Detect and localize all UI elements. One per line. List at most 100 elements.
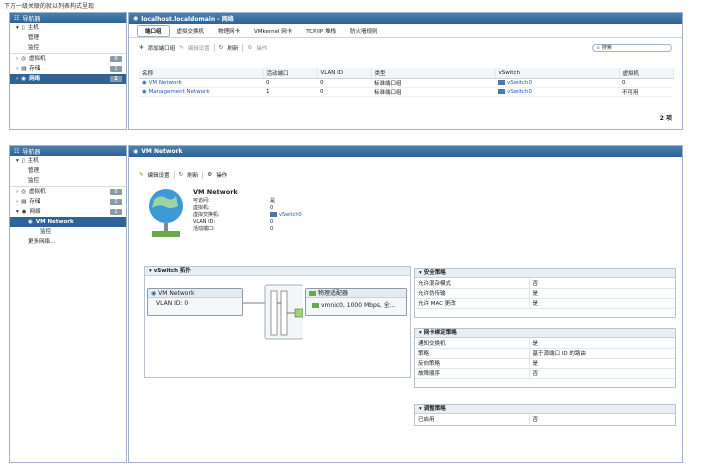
tab-bar: 端口组 虚拟交换机 物理网卡 VMkernel 网卡 TCP/IP 堆栈 防火墙…	[129, 24, 682, 38]
shaping-table: 已启用否	[415, 414, 675, 424]
nav-label: 存储	[29, 66, 41, 72]
tab-vswitches[interactable]: 虚拟交换机	[170, 26, 212, 36]
row-name-link[interactable]: Management Network	[149, 89, 210, 95]
field-label: 虚拟交换机:	[193, 212, 220, 218]
gear-icon: ⚙	[207, 172, 213, 178]
nav-item-storage[interactable]: › ▤ 存储 1	[10, 197, 126, 207]
nav-item-storage[interactable]: › ▤ 存储 1	[10, 64, 126, 74]
col-type[interactable]: 类型	[371, 68, 496, 79]
network-icon: ◉	[28, 219, 33, 225]
refresh-icon: ↻	[178, 172, 184, 178]
refresh-icon: ↻	[218, 45, 224, 51]
uplink-box[interactable]: 物理适配器 vmnic0, 1000 Mbps, 全...	[305, 288, 407, 316]
nav-item-vms[interactable]: › ◎ 虚拟机 0	[10, 54, 126, 64]
gear-icon: ⚙	[247, 45, 253, 51]
nav-item-host[interactable]: ▾ ▯ 主机	[10, 156, 126, 166]
policy-key: 策略	[415, 348, 530, 359]
refresh-button[interactable]: 刷新	[187, 171, 198, 179]
tab-tcpip-stacks[interactable]: TCP/IP 堆栈	[299, 26, 343, 36]
section-header[interactable]: ▾ 安全策略	[415, 269, 675, 278]
nav-label: 主机	[27, 158, 39, 164]
host-icon: ▯	[21, 158, 25, 164]
nav-item-monitor[interactable]: 监控	[10, 43, 126, 53]
nav-label: 网络	[29, 209, 41, 215]
section-header[interactable]: ▾ 调整策略	[415, 405, 675, 414]
navigator-title: 导航器	[22, 148, 41, 156]
tab-physical-nics[interactable]: 物理网卡	[211, 26, 247, 36]
section-header[interactable]: ▾ 网卡绑定策略	[415, 329, 675, 338]
cell: 标准端口组	[371, 78, 495, 88]
vswitch-link[interactable]: vSwitch0	[279, 212, 302, 218]
policy-value: 否	[529, 278, 675, 289]
table-row: 允许 MAC 更改是	[415, 298, 675, 309]
nav-item-more-networks[interactable]: 更多网络...	[10, 237, 126, 247]
nav-item-host[interactable]: ▾ ▯ 主机	[10, 23, 126, 33]
teaming-table: 通知交换机是 策略 基于源端口 ID 的路由 反向策略是 故障顺序否	[415, 338, 675, 379]
policy-value: 是	[529, 358, 675, 369]
vswitch-link[interactable]: vSwitch0	[507, 89, 532, 95]
policy-value: 否	[529, 368, 675, 379]
tab-vmkernel-nics[interactable]: VMkernel 网卡	[247, 26, 299, 36]
cell: 1	[263, 87, 317, 97]
nic-icon	[309, 291, 316, 296]
add-icon: ✚	[139, 45, 144, 51]
row-name-link[interactable]: VM Network	[149, 80, 182, 86]
field-value: 0	[270, 205, 274, 211]
refresh-button[interactable]: 刷新	[227, 44, 238, 52]
edit-icon: ✎	[179, 45, 184, 51]
network-icon: ◉	[133, 148, 139, 155]
col-vms[interactable]: 虚拟机	[619, 68, 674, 79]
section-title: 安全策略	[423, 270, 446, 276]
table-row[interactable]: ◉ VM Network 0 0 标准端口组 vSwitch0 0	[139, 78, 674, 88]
nav-item-network[interactable]: › ◉ 网络 1	[10, 74, 126, 84]
vlan-label: VLAN ID: 0	[156, 300, 189, 307]
summary-fields: 可访问: 是 虚拟机: 0 虚拟交换机: vSwitch0 VLAN ID: 0 活动端…	[193, 198, 302, 233]
tab-portgroups[interactable]: 端口组	[137, 24, 170, 37]
main-title: localhost.localdomain - 网络	[141, 16, 234, 23]
nav-item-network[interactable]: ▾ ◉ 网络 1	[10, 207, 126, 217]
network-panel-top: ◉ localhost.localdomain - 网络 端口组 虚拟交换机 物…	[128, 12, 683, 130]
edit-settings-button[interactable]: 编辑设置	[148, 171, 170, 179]
policy-key: 允许 MAC 更改	[415, 298, 530, 309]
summary-name: VM Network	[193, 188, 238, 196]
nav-item-monitor[interactable]: 监控	[10, 176, 126, 186]
table-row: 策略 基于源端口 ID 的路由	[415, 348, 675, 359]
nav-item-vms[interactable]: › ◎ 虚拟机 0	[10, 187, 126, 197]
policy-key: 通知交换机	[415, 338, 530, 349]
navigator-header: ☷ 导航器	[10, 13, 126, 23]
col-label: 类型	[374, 70, 386, 77]
col-ports[interactable]: 活动端口	[263, 68, 318, 79]
top-caption: 下方一级关联的就以列表构式呈现	[4, 3, 95, 10]
section-header[interactable]: ▾ vSwitch 拓扑	[145, 267, 410, 276]
search-icon: ⌕	[597, 44, 600, 51]
add-portgroup-button[interactable]: 添加端口组	[148, 44, 176, 52]
network-icon: ◉	[21, 209, 27, 215]
tab-firewall-rules[interactable]: 防火墙规则	[343, 26, 385, 36]
policy-value: 是	[529, 288, 675, 299]
col-name[interactable]: 名称	[139, 68, 264, 79]
security-policy-section: ▾ 安全策略 允许混杂模式否 允许伪传输是 允许 MAC 更改是	[414, 268, 676, 318]
field-value: 0	[270, 226, 274, 232]
actions-button[interactable]: 操作	[216, 171, 227, 179]
table-row[interactable]: ◉ Management Network 1 0 标准端口组 vSwitch0 …	[139, 87, 674, 97]
network-icon: ◉	[142, 79, 147, 86]
actions-button[interactable]: 操作	[256, 44, 267, 52]
col-vswitch[interactable]: vSwitch	[495, 68, 620, 79]
portgroup-box[interactable]: ◉ VM Network VLAN ID: 0	[147, 288, 243, 316]
nav-item-vmnet-monitor[interactable]: 监控	[10, 227, 126, 237]
col-vlan[interactable]: VLAN ID	[317, 68, 372, 79]
cell: 0	[317, 87, 371, 97]
vswitch-topology-section: ▾ vSwitch 拓扑 ◉ VM Network VLAN ID: 0 物理适…	[144, 266, 411, 378]
policy-value: 否	[532, 417, 539, 423]
table-row: 允许混杂模式否	[415, 278, 675, 289]
nav-item-manage[interactable]: 管理	[10, 33, 126, 43]
nav-item-manage[interactable]: 管理	[10, 166, 126, 176]
network-icon: ◉	[142, 88, 147, 95]
search-input[interactable]: ⌕ 搜索	[592, 44, 672, 52]
cell: 0	[317, 78, 371, 88]
vswitch-link[interactable]: vSwitch0	[507, 80, 532, 86]
nav-item-vm-network[interactable]: ◉ VM Network	[10, 217, 126, 227]
vswitch-icon	[498, 79, 505, 85]
edit-settings-button[interactable]: 编辑设置	[188, 44, 210, 52]
vm-icon: ◎	[21, 189, 27, 195]
